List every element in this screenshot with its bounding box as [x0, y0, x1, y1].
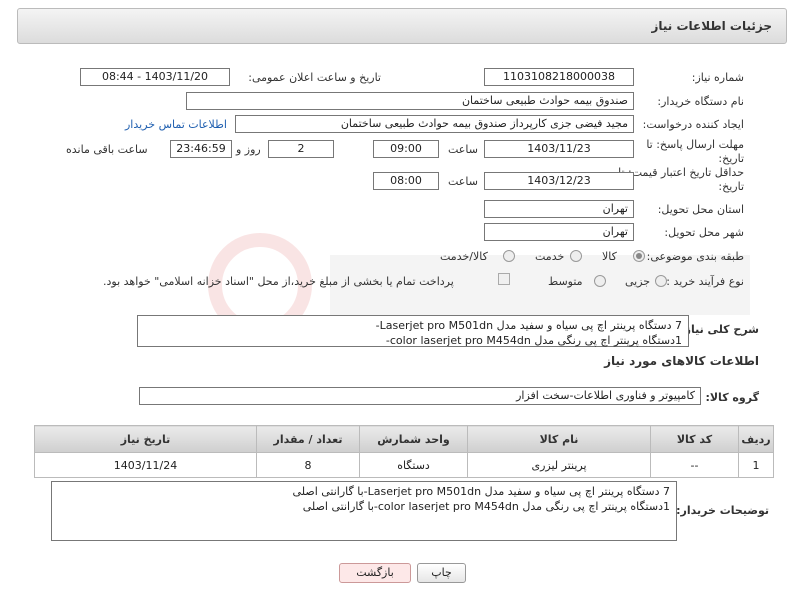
col-need-date: تاریخ نیاز: [34, 425, 257, 453]
days-field: 2: [268, 140, 334, 158]
category-radio-goods[interactable]: [633, 250, 645, 262]
deadline-label: مهلت ارسال پاسخ: تا تاریخ:: [646, 138, 744, 165]
goods-group-field: کامپیوتر و فناوری اطلاعات-سخت افزار: [139, 387, 701, 405]
announce-datetime-field: 1403/11/20 - 08:44: [80, 68, 230, 86]
announce-label: تاریخ و ساعت اعلان عمومی:: [248, 71, 381, 84]
process-option-minor: جزیی: [625, 275, 651, 288]
description-label: شرح کلی نیاز:: [680, 323, 759, 336]
goods-table-header: ردیف کد کالا نام کالا واحد شمارش تعداد /…: [34, 425, 774, 453]
category-option-goods: کالا: [602, 250, 617, 263]
description-line: 1دستگاه پرینتر اچ پی رنگی مدل color lase…: [385, 334, 682, 347]
validity-date-field: 1403/12/23: [484, 172, 634, 190]
process-radio-medium[interactable]: [594, 275, 606, 287]
buyer-notes-line: 1دستگاه پرینتر اچ پی رنگی مدل color lase…: [302, 500, 670, 513]
description-line: 7 دستگاه پرینتر اچ پی سیاه و سفید مدل La…: [375, 319, 682, 332]
col-row: ردیف: [738, 425, 774, 453]
category-option-service: خدمت: [535, 250, 565, 263]
city-label: شهر محل تحویل:: [664, 226, 744, 239]
col-name: نام کالا: [467, 425, 651, 453]
process-option-medium: متوسط: [548, 275, 583, 288]
validity-time-field: 08:00: [373, 172, 439, 190]
need-number-field: 1103108218000038: [484, 68, 634, 86]
cell-quantity: 8: [256, 452, 360, 478]
province-field: تهران: [484, 200, 634, 218]
deadline-time-label: ساعت: [448, 143, 478, 156]
days-label: روز و: [236, 143, 261, 156]
goods-section-title: اطلاعات کالاهای مورد نیاز: [604, 354, 759, 368]
col-unit: واحد شمارش: [359, 425, 468, 453]
cell-name: پرینتر لیزری: [467, 452, 651, 478]
category-radio-goods-service[interactable]: [503, 250, 515, 262]
buyer-notes-label: توضیحات خریدار:: [676, 504, 769, 517]
deadline-date-field: 1403/11/23: [484, 140, 634, 158]
description-textarea[interactable]: 7 دستگاه پرینتر اچ پی سیاه و سفید مدل La…: [137, 315, 689, 347]
goods-group-label: گروه کالا:: [705, 391, 759, 404]
category-option-goods-service: کالا/خدمت: [440, 250, 488, 263]
remaining-time-field: 23:46:59: [170, 140, 232, 158]
col-code: کد کالا: [650, 425, 739, 453]
process-radio-minor[interactable]: [655, 275, 667, 287]
need-number-label: شماره نیاز:: [691, 71, 744, 84]
goods-table: ردیف کد کالا نام کالا واحد شمارش تعداد /…: [34, 425, 774, 478]
deadline-time-field: 09:00: [373, 140, 439, 158]
print-button[interactable]: چاپ: [417, 563, 466, 583]
need-details-page: جزئیات اطلاعات نیاز شماره نیاز: 11031082…: [0, 0, 789, 598]
back-button[interactable]: بازگشت: [339, 563, 411, 583]
cell-need-date: 1403/11/24: [34, 452, 257, 478]
table-row: 1 -- پرینتر لیزری دستگاه 8 1403/11/24: [34, 452, 774, 478]
page-title: جزئیات اطلاعات نیاز: [651, 19, 772, 33]
province-label: استان محل تحویل:: [657, 203, 744, 216]
cell-row: 1: [738, 452, 774, 478]
treasury-payment-checkbox[interactable]: [498, 273, 510, 285]
validity-time-label: ساعت: [448, 175, 478, 188]
city-field: تهران: [484, 223, 634, 241]
buyer-org-label: نام دستگاه خریدار:: [657, 95, 744, 108]
requester-field: مجید فیضی جزی کارپرداز صندوق بیمه حوادث …: [235, 115, 634, 133]
buyer-contact-link[interactable]: اطلاعات تماس خریدار: [125, 118, 227, 131]
treasury-payment-note: پرداخت تمام یا بخشی از مبلغ خرید،از محل …: [103, 275, 454, 288]
category-label: طبقه بندی موضوعی:: [646, 250, 744, 263]
col-quantity: تعداد / مقدار: [256, 425, 360, 453]
page-header: جزئیات اطلاعات نیاز: [17, 8, 787, 44]
buyer-notes-line: 7 دستگاه پرینتر اچ پی سیاه و سفید مدل La…: [292, 485, 670, 498]
remaining-label: ساعت باقی مانده: [66, 143, 148, 156]
cell-code: --: [650, 452, 739, 478]
category-radio-service[interactable]: [570, 250, 582, 262]
requester-label: ایجاد کننده درخواست:: [642, 118, 744, 131]
process-label: نوع فرآیند خرید :: [666, 275, 744, 288]
cell-unit: دستگاه: [359, 452, 468, 478]
buyer-org-field: صندوق بیمه حوادث طبیعی ساختمان: [186, 92, 634, 110]
buyer-notes-textarea[interactable]: 7 دستگاه پرینتر اچ پی سیاه و سفید مدل La…: [51, 481, 677, 541]
